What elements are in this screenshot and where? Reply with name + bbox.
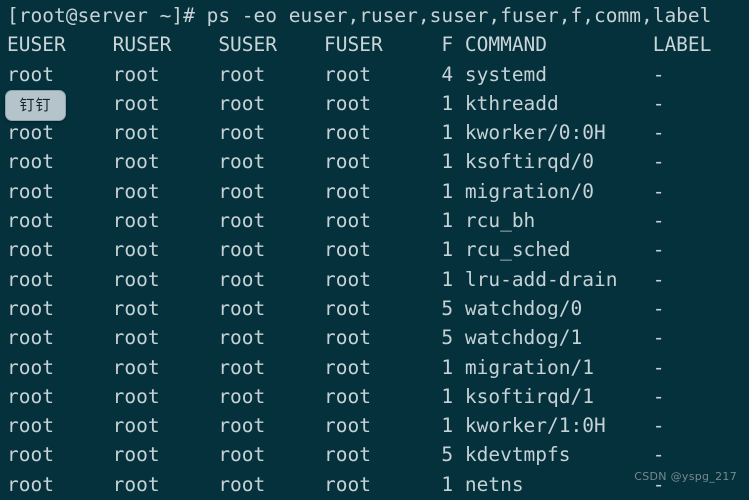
table-row: root root root root 4 systemd - bbox=[7, 62, 665, 86]
table-row: root root root root 5 watchdog/0 - bbox=[7, 296, 665, 320]
table-row: root root root root 1 ksoftirqd/1 - bbox=[7, 384, 665, 408]
terminal-window[interactable]: [root@server ~]# ps -eo euser,ruser,suse… bbox=[0, 0, 749, 500]
table-row: root root root root 1 kthreadd - bbox=[7, 91, 665, 115]
table-row: root root root root 5 watchdog/1 - bbox=[7, 326, 665, 350]
table-row: root root root root 1 ksoftirqd/0 - bbox=[7, 150, 665, 174]
table-row: root root root root 1 migration/1 - bbox=[7, 355, 665, 379]
table-row: root root root root 1 kworker/0:0H - bbox=[7, 121, 665, 145]
table-row: root root root root 1 lru-add-drain - bbox=[7, 267, 665, 291]
table-row: root root root root 1 migration/0 - bbox=[7, 179, 665, 203]
dingtalk-floating-badge[interactable]: 钉钉 bbox=[5, 90, 66, 121]
table-header-row: EUSER RUSER SUSER FUSER F COMMAND LABEL bbox=[7, 33, 712, 57]
terminal-output: [root@server ~]# ps -eo euser,ruser,suse… bbox=[0, 0, 749, 500]
table-row: root root root root 1 rcu_bh - bbox=[7, 209, 665, 233]
csdn-watermark: CSDN @yspg_217 bbox=[634, 469, 737, 483]
shell-prompt-line: [root@server ~]# ps -eo euser,ruser,suse… bbox=[7, 4, 712, 27]
table-row: root root root root 1 rcu_sched - bbox=[7, 238, 665, 262]
table-row: root root root root 1 kworker/1:0H - bbox=[7, 414, 665, 438]
